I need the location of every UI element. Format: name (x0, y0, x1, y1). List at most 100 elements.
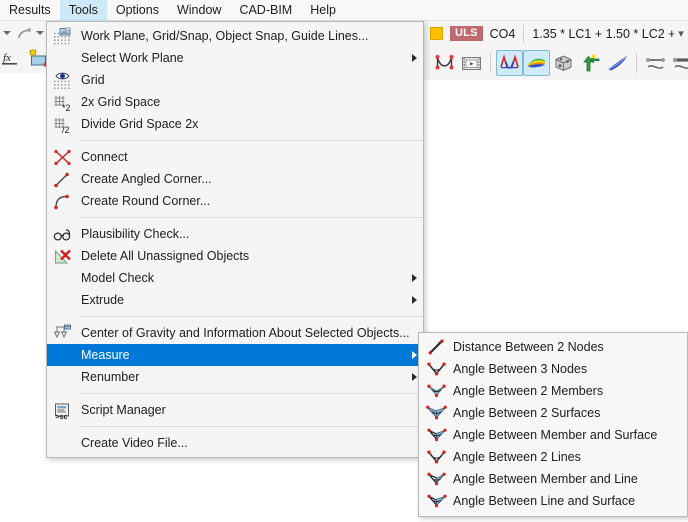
glasses-icon (47, 223, 77, 245)
work-plane-grid-icon (47, 25, 77, 47)
svg-text:*2: *2 (62, 103, 71, 113)
menu-item-center-of-gravity[interactable]: Center of Gravity and Information About … (47, 322, 423, 344)
redo-dropdown-chevron-down-icon[interactable] (36, 31, 44, 35)
undo-dropdown-chevron-down-icon[interactable] (3, 31, 11, 35)
menu-item-label: Grid (81, 73, 105, 87)
load-combination-bar: ULS CO4 1.35 * LC1 + 1.50 * LC2 + 1... ▾ (424, 21, 688, 46)
menubar-item-window[interactable]: Window (168, 0, 230, 21)
angle-2-members-icon (419, 380, 453, 402)
menu-item-label: Center of Gravity and Information About … (81, 326, 410, 340)
animation-film-icon[interactable] (458, 50, 485, 76)
menu-item-label: Work Plane, Grid/Snap, Object Snap, Guid… (81, 29, 369, 43)
menu-item-plausibility-check[interactable]: Plausibility Check... (47, 223, 423, 245)
menu-item-create-round-corner[interactable]: Create Round Corner... (47, 190, 423, 212)
new-surface-icon[interactable] (26, 48, 48, 70)
member-diagram-1-icon[interactable] (642, 50, 669, 76)
menu-item-label: 2x Grid Space (81, 95, 161, 109)
menubar-item-results[interactable]: Results (0, 0, 60, 21)
submenu-item-angle-between-2-members[interactable]: Angle Between 2 Members (419, 380, 687, 402)
menu-icon-placeholder (47, 289, 77, 311)
submenu-item-angle-between-member-and-surface[interactable]: Angle Between Member and Surface (419, 424, 687, 446)
menubar-item-tools[interactable]: Tools (59, 0, 107, 21)
script-manager-icon: >sc (47, 399, 77, 421)
menu-item-divide-grid-space-2x[interactable]: /2 Divide Grid Space 2x (47, 113, 423, 135)
menu-item-extrude[interactable]: Extrude (47, 289, 423, 311)
menu-item-label: Extrude (81, 293, 125, 307)
menubar-item-help[interactable]: Help (301, 0, 345, 21)
submenu-item-angle-between-line-and-surface[interactable]: Angle Between Line and Surface (419, 490, 687, 512)
menu-item-select-work-plane[interactable]: Select Work Plane (47, 47, 423, 69)
menu-icon-placeholder (47, 366, 77, 388)
submenu-item-distance-between-2-nodes[interactable]: Distance Between 2 Nodes (419, 336, 687, 358)
submenu-item-angle-between-3-nodes[interactable]: Angle Between 3 Nodes (419, 358, 687, 380)
scales-icon (47, 322, 77, 344)
uls-badge: ULS (450, 26, 483, 41)
menu-item-label: Select Work Plane (81, 51, 184, 65)
support-reactions-icon[interactable] (577, 50, 604, 76)
redo-arrow-icon[interactable] (16, 26, 33, 40)
menu-item-renumber[interactable]: Renumber (47, 366, 423, 388)
menu-item-label: Create Video File... (81, 436, 188, 450)
menu-separator (80, 426, 423, 427)
menu-item-create-angled-corner[interactable]: Create Angled Corner... (47, 168, 423, 190)
menubar-item-options[interactable]: Options (107, 0, 168, 21)
submenu-arrow-icon (405, 274, 423, 282)
combination-formula-label: 1.35 * LC1 + 1.50 * LC2 + 1... (532, 26, 674, 41)
menu-item-delete-all-unassigned-objects[interactable]: Delete All Unassigned Objects (47, 245, 423, 267)
result-diagram-icon[interactable] (496, 50, 523, 76)
menu-item-label: Create Angled Corner... (81, 172, 212, 186)
angle-3-nodes-icon (419, 358, 453, 380)
result-values-icon[interactable] (604, 50, 631, 76)
menu-item-label: Measure (81, 348, 130, 362)
grid-multiply-icon: *2 (47, 91, 77, 113)
submenu-item-angle-between-2-lines[interactable]: Angle Between 2 Lines (419, 446, 687, 468)
submenu-item-label: Angle Between 2 Surfaces (453, 406, 601, 420)
angled-corner-icon (47, 168, 77, 190)
menu-item-2x-grid-space[interactable]: *2 2x Grid Space (47, 91, 423, 113)
toolbar-separator (490, 53, 491, 73)
menu-icon-placeholder (47, 344, 77, 366)
menu-item-label: Renumber (81, 370, 140, 384)
submenu-item-label: Angle Between 2 Lines (453, 450, 581, 464)
menubar-item-cad-bim[interactable]: CAD-BIM (230, 0, 301, 21)
menu-item-grid[interactable]: Grid (47, 69, 423, 91)
menu-item-script-manager[interactable]: >sc Script Manager (47, 399, 423, 421)
fx-icon[interactable]: fx (2, 50, 18, 68)
toolbar-separator (636, 53, 637, 73)
menu-item-work-plane-grid-snap[interactable]: Work Plane, Grid/Snap, Object Snap, Guid… (47, 25, 423, 47)
angle-member-surface-icon (419, 424, 453, 446)
menu-item-label: Connect (81, 150, 128, 164)
secondary-toolbar-row: fx (0, 45, 48, 73)
deformation-icon[interactable] (431, 50, 458, 76)
menu-separator (80, 393, 423, 394)
member-diagram-2-icon[interactable] (669, 50, 688, 76)
submenu-item-label: Distance Between 2 Nodes (453, 340, 604, 354)
menu-separator (80, 316, 423, 317)
combination-chevron-down-icon[interactable]: ▾ (674, 27, 688, 41)
menu-item-label: Script Manager (81, 403, 166, 417)
combination-code-label: CO4 (489, 26, 516, 41)
lc-divider (523, 24, 525, 43)
tools-dropdown-menu: Work Plane, Grid/Snap, Object Snap, Guid… (46, 21, 424, 458)
results-display-toolbar (424, 46, 688, 80)
menu-item-measure[interactable]: Measure (47, 344, 423, 366)
render-cube-icon[interactable] (550, 50, 577, 76)
menu-icon-placeholder (47, 267, 77, 289)
submenu-item-angle-between-member-and-line[interactable]: Angle Between Member and Line (419, 468, 687, 490)
menu-item-create-video-file[interactable]: Create Video File... (47, 432, 423, 454)
svg-text:/2: /2 (62, 125, 70, 135)
color-surface-results-icon[interactable] (523, 50, 550, 76)
menu-item-label: Plausibility Check... (81, 227, 190, 241)
angle-2-lines-icon (419, 446, 453, 468)
distance-2-nodes-icon (419, 336, 453, 358)
menu-item-model-check[interactable]: Model Check (47, 267, 423, 289)
grid-visibility-icon (47, 69, 77, 91)
menu-separator (80, 140, 423, 141)
measure-submenu: Distance Between 2 Nodes Angle Between 3… (418, 332, 688, 517)
menu-icon-placeholder (47, 47, 77, 69)
submenu-item-angle-between-2-surfaces[interactable]: Angle Between 2 Surfaces (419, 402, 687, 424)
menu-item-connect[interactable]: Connect (47, 146, 423, 168)
submenu-arrow-icon (405, 296, 423, 304)
round-corner-icon (47, 190, 77, 212)
canvas-background-left (0, 73, 46, 522)
